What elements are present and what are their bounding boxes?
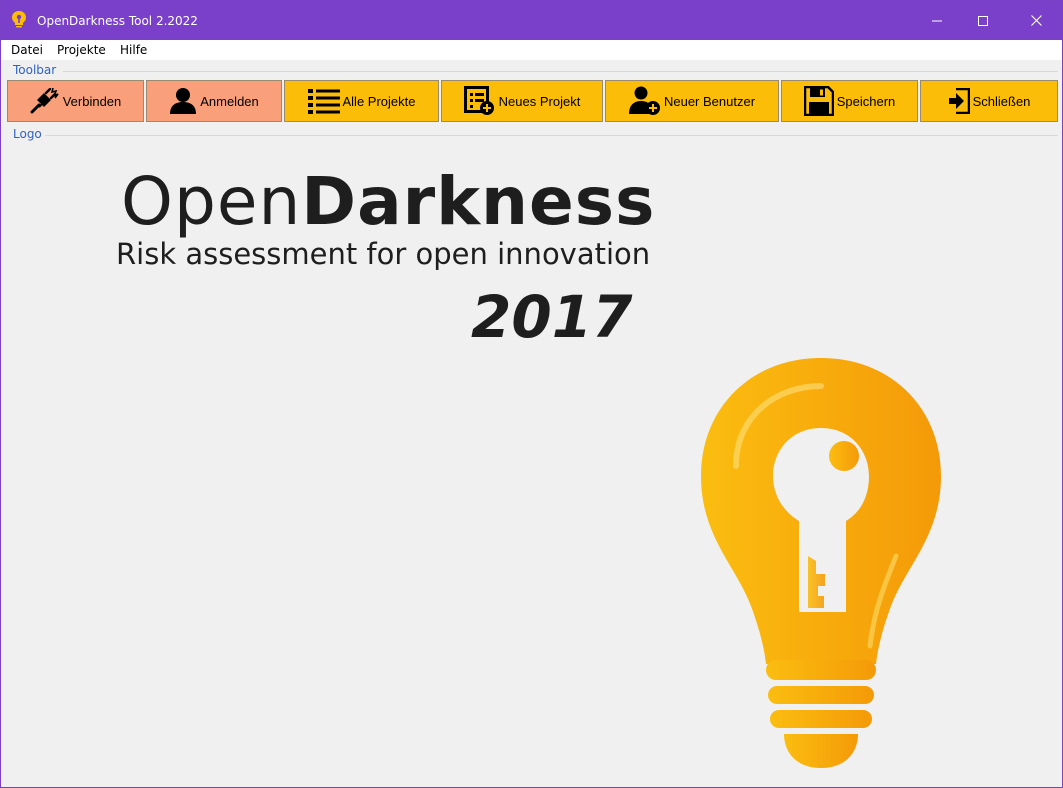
plug-icon (30, 88, 59, 114)
title-bar[interactable]: OpenDarkness Tool 2.2022 (1, 1, 1062, 40)
brand-light: Open (121, 163, 302, 240)
speichern-label: Speichern (836, 93, 896, 109)
toolbar-group-divider (63, 71, 1058, 72)
neues-projekt-label: Neues Projekt (498, 93, 581, 109)
add-user-icon (628, 86, 660, 115)
schliessen-label: Schließen (972, 93, 1031, 109)
verbinden-button[interactable]: Verbinden (7, 80, 144, 122)
toolbar-group-label: Toolbar (13, 63, 57, 77)
minimize-button[interactable] (914, 1, 960, 40)
close-icon (1030, 15, 1042, 26)
new-project-icon (463, 86, 494, 115)
alle-projekte-button[interactable]: Alle Projekte (284, 80, 439, 122)
exit-icon (948, 88, 970, 114)
app-window: OpenDarkness Tool 2.2022 Datei Projekte … (0, 0, 1063, 788)
list-icon (307, 89, 340, 114)
user-icon (170, 88, 197, 114)
speichern-button[interactable]: Speichern (781, 80, 918, 122)
logo-group-label: Logo (13, 127, 42, 141)
menu-hilfe[interactable]: Hilfe (120, 43, 147, 57)
neuer-benutzer-button[interactable]: Neuer Benutzer (605, 80, 779, 122)
menu-projekte[interactable]: Projekte (57, 43, 106, 57)
close-button[interactable] (1013, 1, 1059, 40)
menu-bar: Datei Projekte Hilfe (1, 40, 1062, 60)
alle-projekte-label: Alle Projekte (342, 93, 416, 109)
verbinden-label: Verbinden (62, 93, 122, 109)
brand-year: 2017 (471, 283, 633, 351)
neuer-benutzer-label: Neuer Benutzer (663, 93, 756, 109)
schliessen-button[interactable]: Schließen (920, 80, 1058, 122)
lightbulb-app-icon (12, 11, 26, 28)
save-icon (803, 86, 834, 116)
brand-bold: Darkness (301, 163, 656, 240)
menu-datei[interactable]: Datei (11, 43, 43, 57)
brand-wordmark: OpenDarkness (121, 163, 655, 240)
maximize-icon (978, 15, 988, 26)
window-title: OpenDarkness Tool 2.2022 (37, 14, 198, 28)
anmelden-label: Anmelden (200, 93, 259, 109)
maximize-button[interactable] (960, 1, 1006, 40)
minimize-icon (932, 20, 942, 21)
anmelden-button[interactable]: Anmelden (146, 80, 282, 122)
brand-tagline: Risk assessment for open innovation (116, 237, 651, 271)
neues-projekt-button[interactable]: Neues Projekt (441, 80, 603, 122)
lightbulb-key-illustration (701, 358, 941, 768)
logo-group-divider (45, 135, 1058, 136)
